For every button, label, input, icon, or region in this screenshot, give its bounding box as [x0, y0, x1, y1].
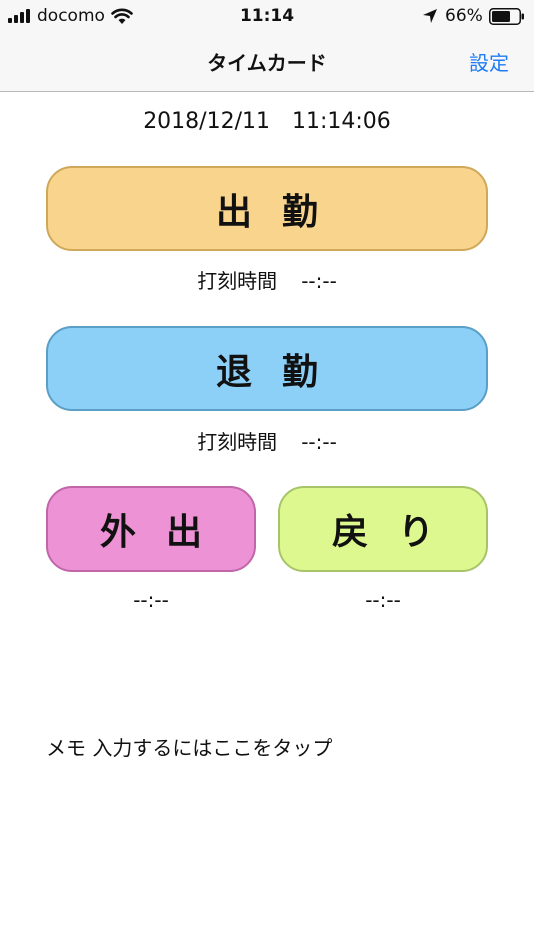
return-button[interactable]: 戻り — [278, 486, 488, 572]
clock-out-stamp-label: 打刻時間 — [197, 430, 278, 454]
clock-out-button[interactable]: 退勤 — [46, 326, 488, 411]
return-time: --:-- — [365, 588, 401, 612]
go-out-label: 外出 — [99, 512, 232, 553]
status-bar: docomo 11:14 66% — [0, 0, 534, 34]
clock-in-time: --:-- — [301, 269, 337, 293]
battery-percent: 66% — [445, 6, 483, 26]
clock-in-stamp: 打刻時間 --:-- — [0, 265, 534, 294]
clock-out-stamp: 打刻時間 --:-- — [0, 426, 534, 455]
time-card-screen: docomo 11:14 66% タイムカード 設定 2018/12/11 11… — [0, 0, 534, 950]
clock-in-button[interactable]: 出勤 — [46, 166, 488, 251]
clock-in-label: 出勤 — [215, 191, 348, 233]
clock-in-stamp-label: 打刻時間 — [197, 269, 278, 293]
clock-out-label: 退勤 — [215, 351, 348, 393]
nav-bar: タイムカード 設定 — [0, 34, 534, 92]
battery-icon — [489, 8, 524, 25]
clock-out-time: --:-- — [301, 430, 337, 454]
memo-field[interactable]: メモ 入力するにはここをタップ — [46, 732, 332, 761]
settings-button[interactable]: 設定 — [469, 47, 509, 76]
go-out-time: --:-- — [133, 588, 169, 612]
page-title: タイムカード — [207, 51, 327, 75]
return-label: 戻り — [331, 512, 464, 553]
location-arrow-icon — [423, 9, 437, 23]
go-out-button[interactable]: 外出 — [46, 486, 256, 572]
current-datetime: 2018/12/11 11:14:06 — [143, 109, 391, 134]
